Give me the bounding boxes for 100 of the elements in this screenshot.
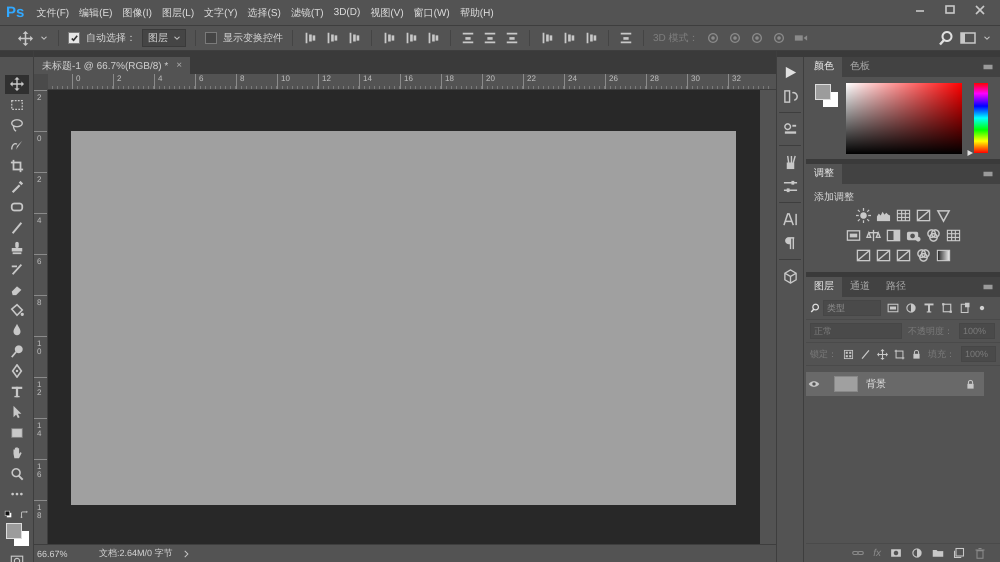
history-icon[interactable] <box>782 88 798 104</box>
threshold-icon[interactable] <box>896 248 910 263</box>
vibrance-icon[interactable] <box>936 208 950 223</box>
zoom-level[interactable]: 66.67% <box>37 548 99 558</box>
document-info[interactable]: 文档:2.64M/0 字节 <box>99 547 173 560</box>
visibility-eye-icon[interactable] <box>808 378 820 390</box>
align-icon[interactable] <box>382 31 396 45</box>
panel-tab[interactable]: 色板 <box>842 57 878 77</box>
menu-item[interactable]: 视图(V) <box>370 6 404 20</box>
align-icon[interactable] <box>404 31 418 45</box>
panel-tab[interactable]: 调整 <box>806 164 842 184</box>
align-icon[interactable] <box>584 31 598 45</box>
move-tool[interactable] <box>4 75 28 94</box>
new-layer-icon[interactable] <box>953 547 965 559</box>
auto-select-checkbox[interactable] <box>68 32 80 44</box>
color-balance-icon[interactable] <box>866 228 880 243</box>
menu-item[interactable]: 选择(S) <box>248 6 281 20</box>
color-field[interactable] <box>846 83 962 154</box>
hue-saturation-icon[interactable] <box>846 228 860 243</box>
ruler-label: 8 <box>240 75 246 83</box>
selective-color-icon[interactable] <box>916 248 930 263</box>
document-tab[interactable]: 未标题-1 @ 66.7%(RGB/8) * × <box>34 57 190 74</box>
align-icon[interactable] <box>303 31 317 45</box>
channel-mixer-icon[interactable] <box>926 228 940 243</box>
align-icon[interactable] <box>540 31 554 45</box>
panel-tab[interactable]: 颜色 <box>806 57 842 77</box>
healing-icon <box>10 200 24 214</box>
lasso-icon <box>10 118 24 132</box>
ruler-label: 24 <box>568 75 578 83</box>
artboard-lock-icon[interactable] <box>894 348 905 360</box>
menu-item[interactable]: 3D(D) <box>334 7 360 18</box>
folder-icon[interactable] <box>932 547 944 559</box>
posterize-icon[interactable] <box>876 248 890 263</box>
ruler-label: 10 <box>37 340 42 357</box>
adjustment-filter-icon[interactable] <box>905 302 917 314</box>
filter-toggle-icon[interactable] <box>977 303 987 313</box>
invert-icon[interactable] <box>856 248 870 263</box>
app-logo[interactable]: Ps <box>6 4 24 21</box>
default-colors-icon[interactable] <box>4 510 13 519</box>
menu-item[interactable]: 图层(L) <box>162 6 194 20</box>
align-icon[interactable] <box>426 31 440 45</box>
distribute-icon[interactable] <box>619 31 633 45</box>
foreground-color-swatch[interactable] <box>6 522 22 538</box>
cube-icon[interactable] <box>782 268 798 284</box>
search-icon[interactable] <box>810 303 820 313</box>
panel-tab[interactable]: 路径 <box>878 277 914 297</box>
type-filter-icon[interactable] <box>923 302 935 314</box>
align-icon[interactable] <box>325 31 339 45</box>
lock-pixels-icon[interactable] <box>860 348 871 360</box>
move-tool-icon[interactable] <box>18 30 33 46</box>
sliders-icon[interactable] <box>782 178 798 194</box>
background-color-swatch[interactable] <box>14 530 28 546</box>
brightness-icon[interactable] <box>856 208 870 223</box>
search-icon[interactable] <box>938 30 954 46</box>
ruler-label: 10 <box>281 75 291 83</box>
distribute-icon[interactable] <box>483 31 497 45</box>
menu-item[interactable]: 文字(Y) <box>204 6 238 20</box>
properties-icon[interactable] <box>782 122 798 136</box>
workspace-icon[interactable] <box>960 30 976 46</box>
smart-object-filter-icon[interactable] <box>959 302 971 314</box>
distribute-icon[interactable] <box>505 31 519 45</box>
panel-tab[interactable]: 图层 <box>806 277 842 297</box>
lock-position-icon[interactable] <box>877 348 888 360</box>
mask-icon[interactable] <box>890 547 902 559</box>
menu-item[interactable]: 帮助(H) <box>460 6 494 20</box>
distribute-icon[interactable] <box>461 31 475 45</box>
lock-transparency-icon[interactable] <box>843 348 854 360</box>
ruler-label: 28 <box>650 75 660 83</box>
image-filter-icon[interactable] <box>887 302 899 314</box>
ruler-label: 22 <box>527 75 537 83</box>
menu-item[interactable]: 编辑(E) <box>79 6 112 20</box>
menu-item[interactable]: 图像(I) <box>122 6 152 20</box>
layer-row[interactable]: 背景 <box>806 372 984 396</box>
adjustment-layer-icon[interactable] <box>911 547 923 559</box>
menu-item[interactable]: 窗口(W) <box>414 6 450 20</box>
curves-icon[interactable] <box>896 208 910 223</box>
foreground-color-swatch[interactable] <box>815 84 831 100</box>
gradient-map-icon[interactable] <box>936 248 950 263</box>
target-dropdown[interactable]: 图层 <box>142 29 186 47</box>
background-color-swatch[interactable] <box>823 92 838 107</box>
layer-thumbnail <box>834 376 858 392</box>
menu-item[interactable]: 文件(F) <box>36 6 70 20</box>
character-icon[interactable] <box>782 212 798 226</box>
align-icon[interactable] <box>562 31 576 45</box>
exposure-icon[interactable] <box>916 208 930 223</box>
ruler-label: 16 <box>404 75 414 83</box>
align-icon[interactable] <box>347 31 361 45</box>
layer-filter-field[interactable]: 类型 <box>823 300 881 316</box>
swap-colors-icon[interactable] <box>19 510 29 520</box>
shape-filter-icon[interactable] <box>941 302 953 314</box>
paragraph-icon[interactable] <box>782 236 798 250</box>
panel-tab[interactable]: 通道 <box>842 277 878 297</box>
scrollbar-track[interactable] <box>760 90 776 544</box>
lock-all-icon[interactable] <box>911 348 922 360</box>
hue-slider-thumb[interactable] <box>966 149 974 157</box>
color-lookup-icon[interactable] <box>946 228 960 243</box>
mono-adjustment-icon[interactable] <box>886 228 900 243</box>
show-transform-checkbox[interactable] <box>205 32 217 44</box>
close-tab-button[interactable]: × <box>176 60 182 71</box>
menu-item[interactable]: 滤镜(T) <box>290 6 324 20</box>
